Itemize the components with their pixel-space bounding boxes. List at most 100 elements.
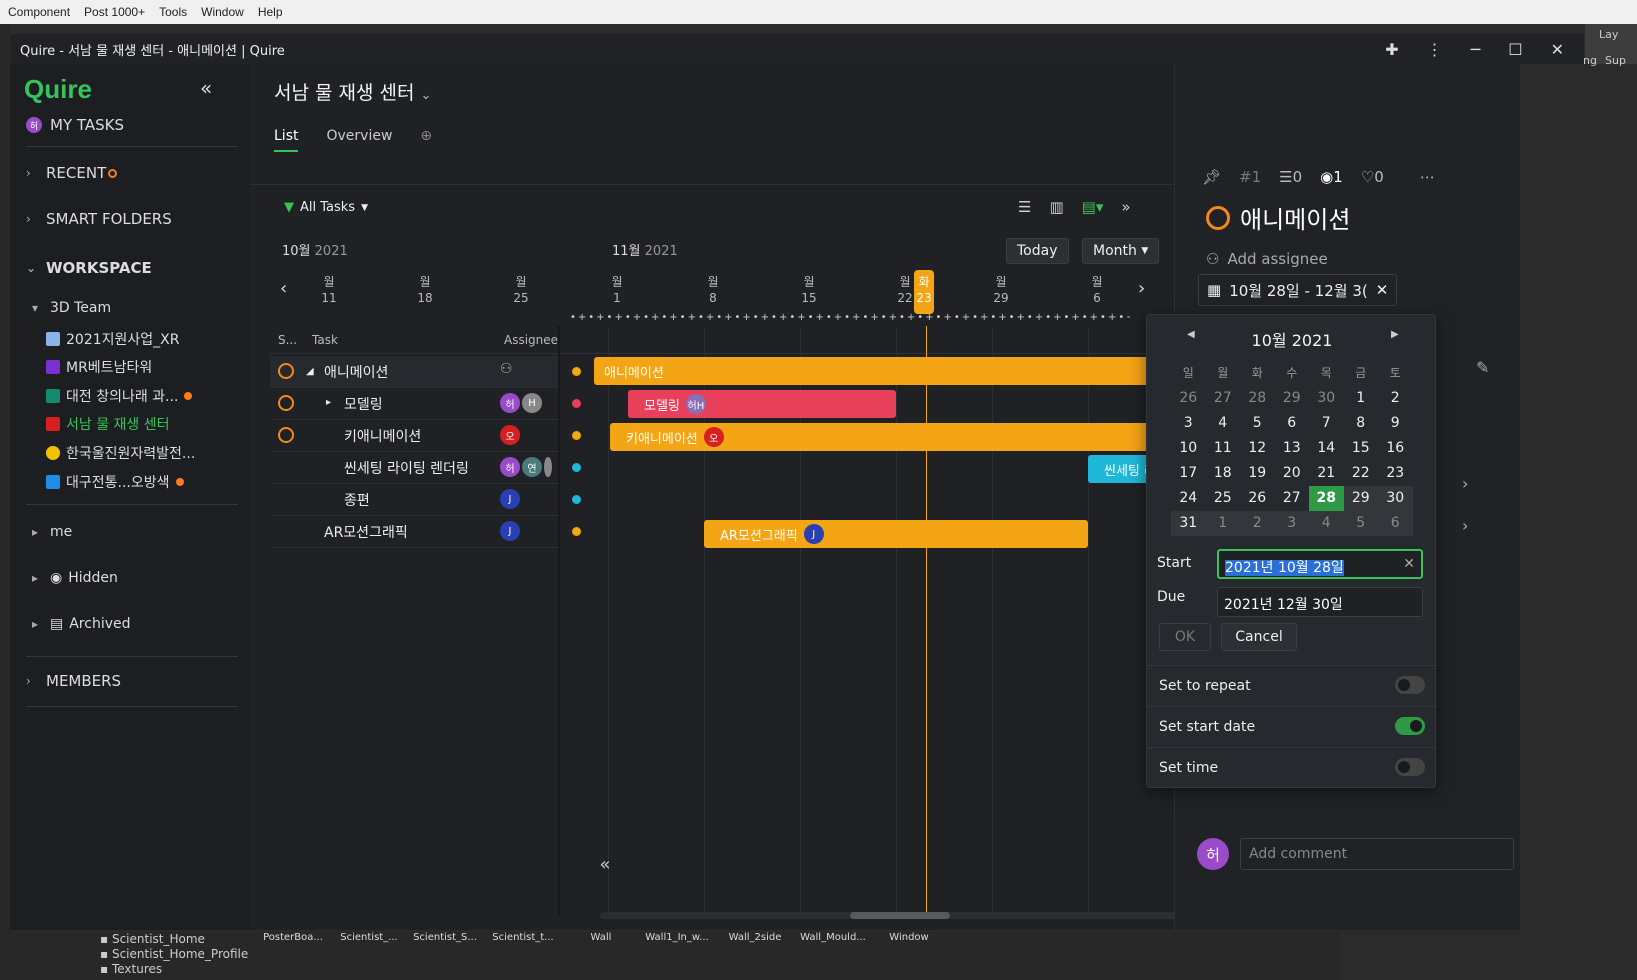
status-ring-icon[interactable] [278, 363, 294, 379]
status-ring-icon[interactable] [278, 395, 294, 411]
calendar-day[interactable]: 3 [1274, 511, 1309, 536]
prev-period-icon[interactable]: ‹ [280, 278, 287, 299]
calendar-day[interactable]: 18 [1206, 461, 1241, 486]
sidebar-workspace[interactable]: ⌄ WORKSPACE [26, 259, 152, 277]
calendar-day[interactable]: 30 [1309, 386, 1344, 411]
host-menu-component[interactable]: Component [8, 5, 70, 19]
scrollbar-thumb[interactable] [850, 912, 950, 919]
sidebar-project-active[interactable]: 서남 물 재생 센터 [46, 414, 170, 434]
filter-dropdown[interactable]: ▼ All Tasks ▼ [284, 200, 368, 215]
clear-date-icon[interactable]: ✕ [1376, 281, 1389, 299]
calendar-day[interactable]: 29 [1275, 386, 1310, 411]
sidebar-hidden[interactable]: ▸ ◉ Hidden [32, 570, 118, 586]
host-folder[interactable]: ▪ Scientist_Home_Profile [100, 947, 248, 962]
add-assignee-button[interactable]: ⚇ Add assignee [1206, 250, 1328, 268]
assignee-cell[interactable]: ⚇ [500, 361, 513, 377]
calendar-day[interactable]: 17 [1171, 461, 1206, 486]
sidebar-members[interactable]: › MEMBERS [26, 672, 121, 690]
calendar-day[interactable]: 13 [1275, 436, 1310, 461]
minimize-icon[interactable]: ─ [1471, 40, 1481, 59]
task-row[interactable]: 키애니메이션 오 [270, 420, 558, 452]
task-row[interactable]: ◢ 애니메이션 ⚇ [270, 356, 558, 388]
sidebar-project[interactable]: 2021지원사업_XR [46, 329, 179, 349]
start-date-toggle[interactable] [1395, 717, 1425, 735]
host-asset[interactable]: PosterBoa... [258, 932, 328, 943]
more-horizontal-icon[interactable]: ⋯ [1420, 168, 1435, 186]
host-asset[interactable]: Scientist_... [334, 932, 404, 943]
sidebar-project[interactable]: MR베트남타워 [46, 357, 152, 377]
calendar-day[interactable]: 25 [1206, 486, 1241, 511]
next-period-icon[interactable]: › [1138, 278, 1145, 299]
calendar-day[interactable]: 6 [1275, 411, 1310, 436]
caret-right-icon[interactable]: ▸ [326, 397, 331, 408]
calendar-day[interactable]: 6 [1378, 511, 1413, 536]
detail-title[interactable]: 애니메이션 [1206, 200, 1350, 235]
assignee-cell[interactable]: 허 H [500, 393, 542, 413]
host-menu-window[interactable]: Window [201, 5, 244, 19]
col-assignee-header[interactable]: Assignee [504, 333, 558, 347]
host-asset[interactable]: Wall1_In_w... [642, 932, 712, 943]
chevron-right-icon[interactable]: › [1462, 516, 1468, 535]
like-count[interactable]: ♡0 [1361, 168, 1384, 186]
calendar-day[interactable]: 8 [1344, 411, 1379, 436]
tab-overview[interactable]: Overview [326, 128, 392, 152]
next-month-icon[interactable]: ▶ [1391, 329, 1399, 340]
task-row[interactable]: AR모션그래픽 J [270, 516, 558, 548]
host-asset[interactable]: Wall_Mould... [798, 932, 868, 943]
calendar-day[interactable]: 14 [1309, 436, 1344, 461]
calendar-day[interactable]: 9 [1378, 411, 1413, 436]
calendar-day[interactable]: 27 [1206, 386, 1241, 411]
caret-down-icon[interactable]: ◢ [306, 366, 314, 377]
host-asset[interactable]: Window [874, 932, 944, 943]
calendar-day[interactable]: 2 [1240, 511, 1275, 536]
calendar-day[interactable]: 26 [1240, 486, 1275, 511]
calendar-day[interactable]: 3 [1171, 411, 1206, 436]
due-date-input[interactable]: 2021년 12월 30일 [1217, 587, 1423, 617]
calendar-day[interactable]: 7 [1309, 411, 1344, 436]
sidebar-project[interactable]: 한국울진원자력발전... [46, 443, 195, 463]
host-asset[interactable]: Wall [566, 932, 636, 943]
assignee-cell[interactable]: J [500, 521, 520, 541]
calendar-day[interactable]: 21 [1309, 461, 1344, 486]
comment-input[interactable]: Add comment [1240, 838, 1514, 870]
add-view-icon[interactable]: ⊕ [420, 128, 432, 152]
gantt-icon[interactable]: ▤▾ [1082, 198, 1104, 216]
host-asset[interactable]: Scientist_S... [410, 932, 480, 943]
calendar-day[interactable]: 11 [1206, 436, 1241, 461]
more-vertical-icon[interactable]: ⋮ [1427, 40, 1443, 59]
calendar-day[interactable]: 19 [1240, 461, 1275, 486]
gantt-bar[interactable]: 키애니메이션 오 [610, 423, 1194, 451]
calendar-day[interactable]: 29 [1343, 486, 1378, 511]
gantt-bar[interactable]: 애니메이션 [594, 357, 1194, 385]
calendar-day[interactable]: 10 [1171, 436, 1206, 461]
date-range-field[interactable]: ▦ 10월 28일 - 12월 3( ✕ [1198, 274, 1398, 306]
time-toggle[interactable] [1395, 758, 1425, 776]
sidebar-smart-folders[interactable]: › SMART FOLDERS [26, 210, 172, 228]
task-row[interactable]: 씬세팅 라이팅 렌더링 허 연 [270, 452, 558, 484]
calendar-day[interactable]: 1 [1344, 386, 1379, 411]
status-ring-icon[interactable] [278, 427, 294, 443]
extension-icon[interactable]: ✚ [1385, 40, 1398, 59]
calendar-day[interactable]: 5 [1240, 411, 1275, 436]
assignee-cell[interactable]: 오 [500, 425, 520, 445]
month-dropdown[interactable]: Month ▼ [1082, 238, 1160, 264]
edit-pencil-icon[interactable]: ✎ [1476, 358, 1489, 377]
today-button[interactable]: Today [1006, 238, 1069, 264]
maximize-icon[interactable]: ☐ [1508, 40, 1522, 59]
calendar-day[interactable]: 16 [1378, 436, 1413, 461]
chevron-right-icon[interactable]: › [1462, 474, 1468, 493]
calendar-day[interactable]: 4 [1206, 411, 1241, 436]
calendar-day[interactable]: 22 [1344, 461, 1379, 486]
repeat-toggle[interactable] [1395, 676, 1425, 694]
host-menu-post[interactable]: Post 1000+ [84, 5, 145, 19]
assignee-cell[interactable]: 허 연 [500, 457, 552, 477]
host-folder[interactable]: ▪ Textures [100, 962, 248, 977]
collapse-gantt-icon[interactable]: « [592, 834, 618, 894]
subtask-count[interactable]: ☰0 [1279, 168, 1302, 186]
calendar-day[interactable]: 28 [1240, 386, 1275, 411]
sidebar-me[interactable]: ▸ me [32, 524, 72, 540]
host-folder[interactable]: ▪ Scientist_Home [100, 932, 248, 947]
calendar-day[interactable]: 26 [1171, 386, 1206, 411]
task-row[interactable]: 종편 J [270, 484, 558, 516]
pin-icon[interactable]: 📌︎ [1202, 168, 1221, 186]
